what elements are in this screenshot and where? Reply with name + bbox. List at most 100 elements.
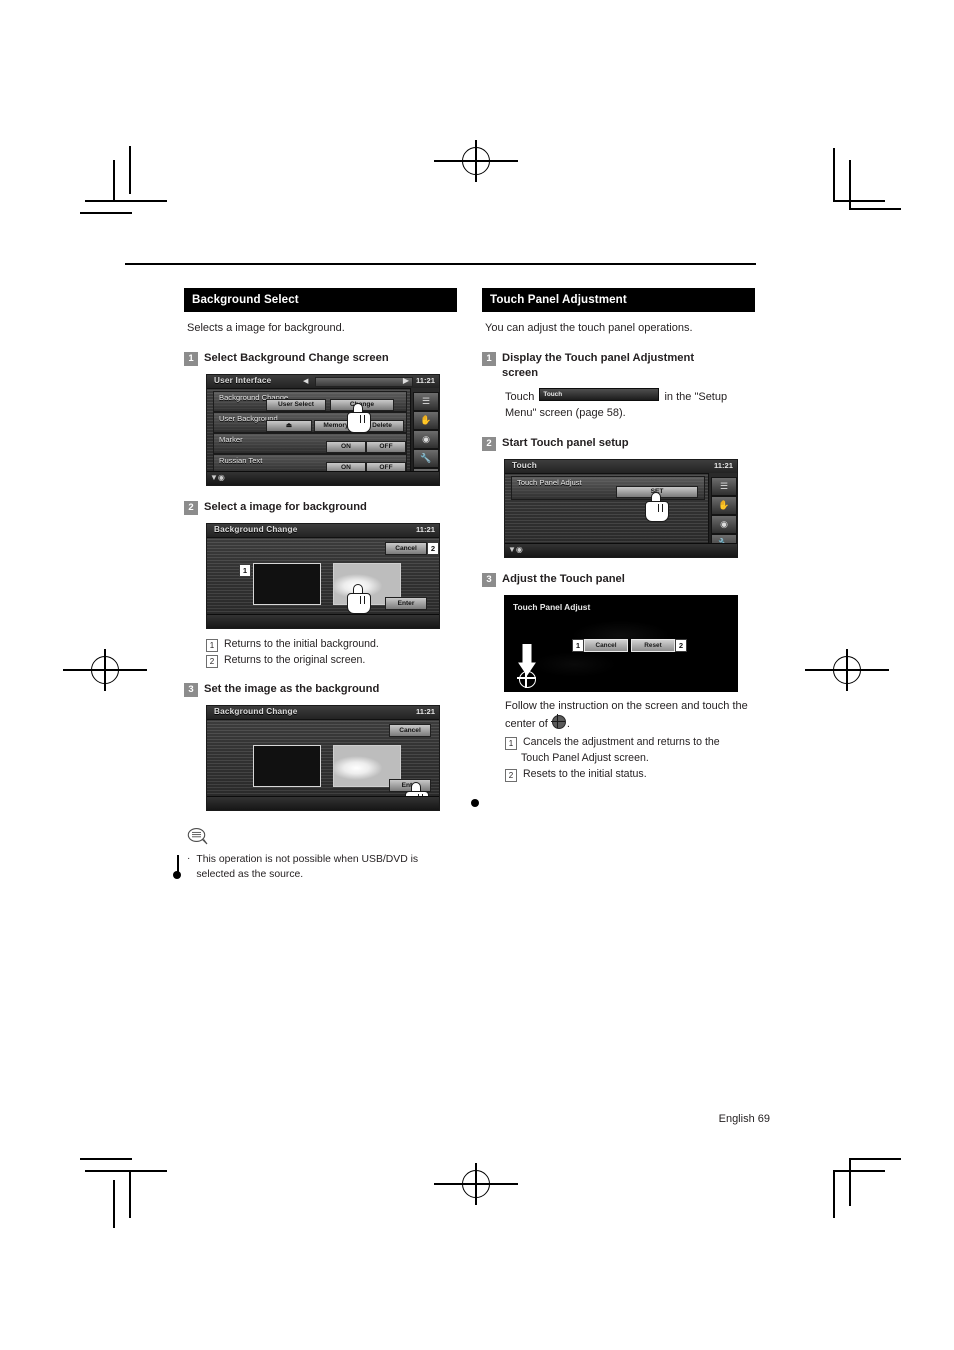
reference-item: 1 Returns to the initial background. [206, 637, 457, 652]
left-lead-text: Selects a image for background. [187, 322, 345, 334]
touch-button-label: Touch [543, 391, 563, 399]
screen-title: User Interface [214, 375, 272, 385]
screen-row-touch-panel-adjust: Touch Panel Adjust SET [511, 476, 705, 501]
crosshair-inline-icon [550, 714, 566, 730]
instruction-line-2-after: . [566, 718, 570, 731]
manual-page: Background Select Selects a image for ba… [0, 0, 954, 1350]
cancel-button[interactable]: Cancel [385, 541, 427, 555]
right-step-1-instruction: Touch Touch in the "Setup Menu" screen (… [505, 388, 755, 422]
step-label: Start Touch panel setup [502, 437, 629, 450]
right-column: Touch Panel Adjustment You can adjust th… [482, 288, 755, 783]
step-number-badge: 2 [184, 500, 198, 515]
touch-button-graphic[interactable]: Touch [539, 388, 660, 402]
reset-adjust-button[interactable]: Reset [631, 639, 675, 653]
hand-cursor-icon [645, 492, 671, 523]
sidebar-icon-hand[interactable]: ✋ [711, 496, 737, 516]
enter-button[interactable]: Enter [385, 596, 427, 610]
screenshot-background-change-enter: Background Change 11:21 Cancel Enter [206, 704, 440, 811]
sidebar-icon-list[interactable]: ☰ [413, 391, 439, 411]
clock-display: 11:21 [713, 461, 733, 471]
screen-bottombar [207, 795, 439, 810]
section-header-background-select: Background Select [184, 288, 457, 312]
reference-item: 1 Cancels the adjustment and returns to … [505, 735, 755, 751]
step-label: Adjust the Touch panel [502, 573, 625, 586]
scroll-down-icon[interactable]: ▼◉ [508, 545, 523, 554]
next-arrow-icon[interactable]: ▶ [403, 376, 409, 385]
cancel-adjust-button[interactable]: Cancel [584, 639, 628, 653]
reference-text: Resets to the initial status. [523, 768, 647, 781]
crop-mark-bottom-left [80, 1140, 205, 1240]
hand-cursor-icon [347, 402, 373, 433]
right-step-2: 2 Start Touch panel setup [482, 436, 755, 452]
sidebar-icon-tools[interactable]: 🔧 [413, 448, 439, 468]
screen-title: Background Change [214, 524, 298, 534]
screen-bottombar [207, 613, 439, 628]
row-label: Touch Panel Adjust [517, 478, 582, 488]
reference-item: 2 Returns to the original screen. [206, 653, 457, 668]
margin-tick-right [470, 793, 482, 813]
step-label: Select a image for background [204, 500, 367, 513]
registration-mark-right [805, 649, 889, 691]
header-rule [125, 263, 756, 266]
clock-display: 11:21 [415, 524, 435, 534]
page-indicator [315, 376, 413, 387]
touch-prefix-text: Touch [505, 391, 535, 404]
screen-row-background-change: Background Change User Select Change [213, 390, 407, 412]
cancel-button[interactable]: Cancel [389, 723, 431, 737]
callout-badge-1: 1 [239, 563, 251, 577]
margin-tick-left [172, 855, 184, 885]
callout-badge-2: 2 [427, 541, 439, 555]
registration-mark-top [434, 140, 518, 182]
screen-titlebar: Touch 11:21 [505, 460, 737, 475]
reference-badge: 2 [206, 654, 218, 668]
reference-text: Returns to the initial background. [224, 637, 379, 650]
row-label: Russian Text [219, 455, 263, 465]
sidebar-icon-hand[interactable]: ✋ [413, 410, 439, 430]
thumbnail-initial-background[interactable] [253, 562, 321, 605]
sidebar-icon-disc[interactable]: ◉ [413, 429, 439, 449]
sidebar-icon-disc[interactable]: ◉ [711, 515, 737, 535]
step-number-badge: 3 [184, 682, 198, 697]
right-reference-list: 1 Cancels the adjustment and returns to … [505, 735, 755, 783]
screen-bottombar: ▼◉ [207, 470, 439, 485]
screen-titlebar: User Interface ◀ ▶ 11:21 [207, 374, 439, 389]
clock-display: 11:21 [415, 706, 435, 716]
hand-cursor-icon [347, 583, 373, 614]
marker-on-button[interactable]: ON [326, 440, 366, 453]
thumbnail-initial-background[interactable] [253, 744, 321, 787]
screen-title: Touch Panel Adjust [513, 602, 591, 613]
marker-off-button[interactable]: OFF [366, 440, 406, 453]
screenshot-touch-panel-adjust: Touch Panel Adjust 1 Cancel Reset 2 [504, 595, 738, 693]
note-bullet-item: · This operation is not possible when US… [187, 852, 457, 882]
screen-title: Touch [512, 461, 537, 471]
right-step-3: 3 Adjust the Touch panel [482, 572, 755, 588]
user-select-button[interactable]: User Select [266, 398, 326, 411]
screen-row-marker: Marker ON OFF [213, 432, 407, 454]
row-label: Marker [219, 434, 243, 444]
reference-text-continuation: Touch Panel Adjust screen. [521, 752, 649, 765]
left-column: Background Select Selects a image for ba… [184, 288, 457, 882]
bullet-dot: · [187, 852, 191, 864]
step-number-badge: 2 [482, 437, 496, 452]
eject-button[interactable]: ⏏ [266, 419, 312, 432]
right-step-1: 1 Display the Touch panel Adjustment scr… [482, 351, 755, 381]
prev-arrow-icon[interactable]: ◀ [303, 377, 308, 385]
step-number-badge: 3 [482, 573, 496, 588]
left-step-1: 1 Select Background Change screen [184, 351, 457, 366]
screen-titlebar: Background Change 11:21 [207, 523, 439, 538]
note-text: This operation is not possible when USB/… [196, 853, 419, 880]
reference-badge: 2 [505, 769, 517, 783]
left-step-2: 2 Select a image for background [184, 500, 457, 515]
crop-mark-top-right [805, 140, 925, 240]
reference-text: Returns to the original screen. [224, 653, 366, 666]
scroll-down-icon[interactable]: ▼◉ [210, 473, 225, 482]
page-footer: English 69 [719, 1113, 770, 1125]
sidebar-icon-list[interactable]: ☰ [711, 477, 737, 497]
screen-row-user-background: User Background ⏏ Memory Delete [213, 411, 407, 433]
left-reference-list: 1 Returns to the initial background. 2 R… [206, 637, 457, 668]
screen-bottombar: ▼◉ [505, 543, 737, 558]
clock-display: 11:21 [415, 375, 435, 385]
instruction-line-1: Follow the instruction on the screen and… [505, 700, 730, 713]
screenshot-touch-setup: Touch 11:21 ☰ ✋ ◉ 🔧 ▲ Touch Panel Adjust… [504, 459, 738, 559]
screen-titlebar: Background Change 11:21 [207, 705, 439, 720]
